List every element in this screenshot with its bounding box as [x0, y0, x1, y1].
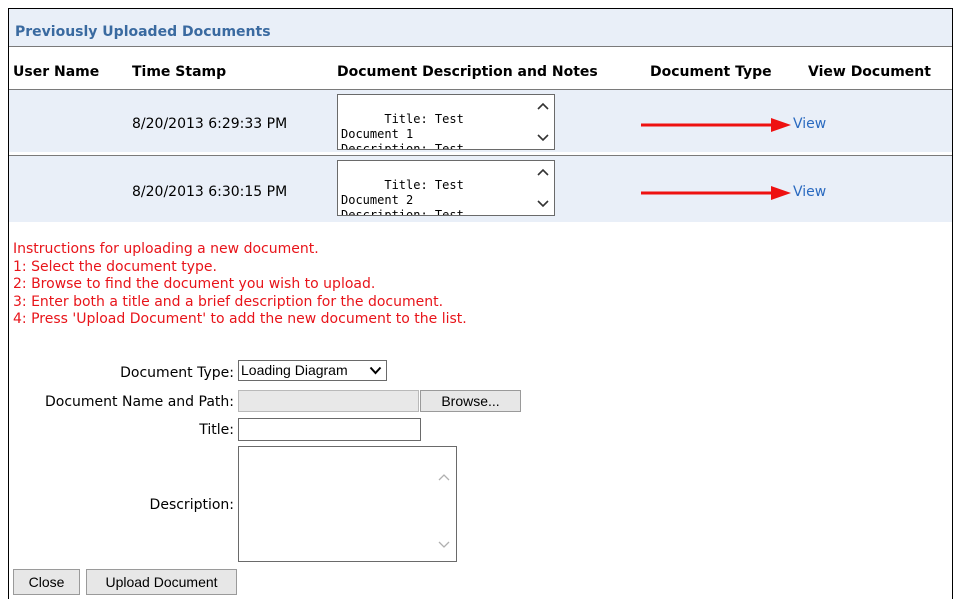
close-button[interactable]: Close: [13, 569, 80, 595]
col-header-description: Document Description and Notes: [337, 64, 598, 80]
title-input[interactable]: [238, 418, 421, 441]
instruction-line: 1: Select the document type.: [13, 258, 217, 275]
document-type-value: Loading Diagram: [241, 362, 348, 378]
upload-document-button[interactable]: Upload Document: [86, 569, 237, 595]
description-label: Description:: [149, 497, 234, 513]
notes-text: Title: Test Document 2 Description: Test: [341, 178, 464, 216]
document-type-label: Document Type:: [120, 365, 234, 381]
col-header-time-stamp: Time Stamp: [132, 64, 227, 80]
scroll-up-icon[interactable]: [536, 167, 550, 177]
description-textarea[interactable]: [238, 446, 457, 562]
instruction-line: 2: Browse to find the document you wish …: [13, 276, 376, 292]
scroll-down-icon[interactable]: [536, 133, 550, 143]
col-header-view-document: View Document: [808, 64, 931, 80]
instruction-line: 4: Press 'Upload Document' to add the ne…: [13, 311, 467, 327]
scroll-down-icon[interactable]: [438, 541, 450, 549]
table-row: 8/20/2013 6:29:33 PM Title: Test Documen…: [9, 89, 952, 152]
title-label: Title:: [199, 422, 234, 438]
notes-text: Title: Test Document 1 Description: Test: [341, 112, 464, 150]
notes-textarea[interactable]: Title: Test Document 2 Description: Test: [337, 160, 555, 216]
table-row: 8/20/2013 6:30:15 PM Title: Test Documen…: [9, 155, 952, 222]
upload-instructions: Instructions for uploading a new documen…: [13, 241, 467, 329]
document-type-select[interactable]: Loading Diagram: [238, 360, 387, 381]
section-title: Previously Uploaded Documents: [9, 9, 952, 47]
scroll-up-icon[interactable]: [438, 473, 450, 481]
time-stamp: 8/20/2013 6:30:15 PM: [132, 184, 288, 200]
red-arrow-icon: [641, 118, 791, 132]
document-path-label: Document Name and Path:: [45, 394, 234, 410]
scroll-up-icon[interactable]: [536, 101, 550, 111]
browse-button[interactable]: Browse...: [420, 390, 521, 412]
notes-textarea[interactable]: Title: Test Document 1 Description: Test: [337, 94, 555, 150]
col-header-user-name: User Name: [13, 64, 100, 80]
time-stamp: 8/20/2013 6:29:33 PM: [132, 116, 288, 132]
red-arrow-icon: [641, 186, 791, 200]
scroll-down-icon[interactable]: [536, 199, 550, 209]
document-path-field[interactable]: [238, 390, 419, 412]
chevron-down-icon: [369, 366, 382, 375]
view-link[interactable]: View: [793, 116, 826, 132]
documents-panel: Previously Uploaded Documents User Name …: [8, 8, 953, 599]
instruction-line: 3: Enter both a title and a brief descri…: [13, 293, 444, 310]
instruction-line: Instructions for uploading a new documen…: [13, 241, 319, 257]
col-header-document-type: Document Type: [650, 64, 772, 80]
view-link[interactable]: View: [793, 184, 826, 200]
